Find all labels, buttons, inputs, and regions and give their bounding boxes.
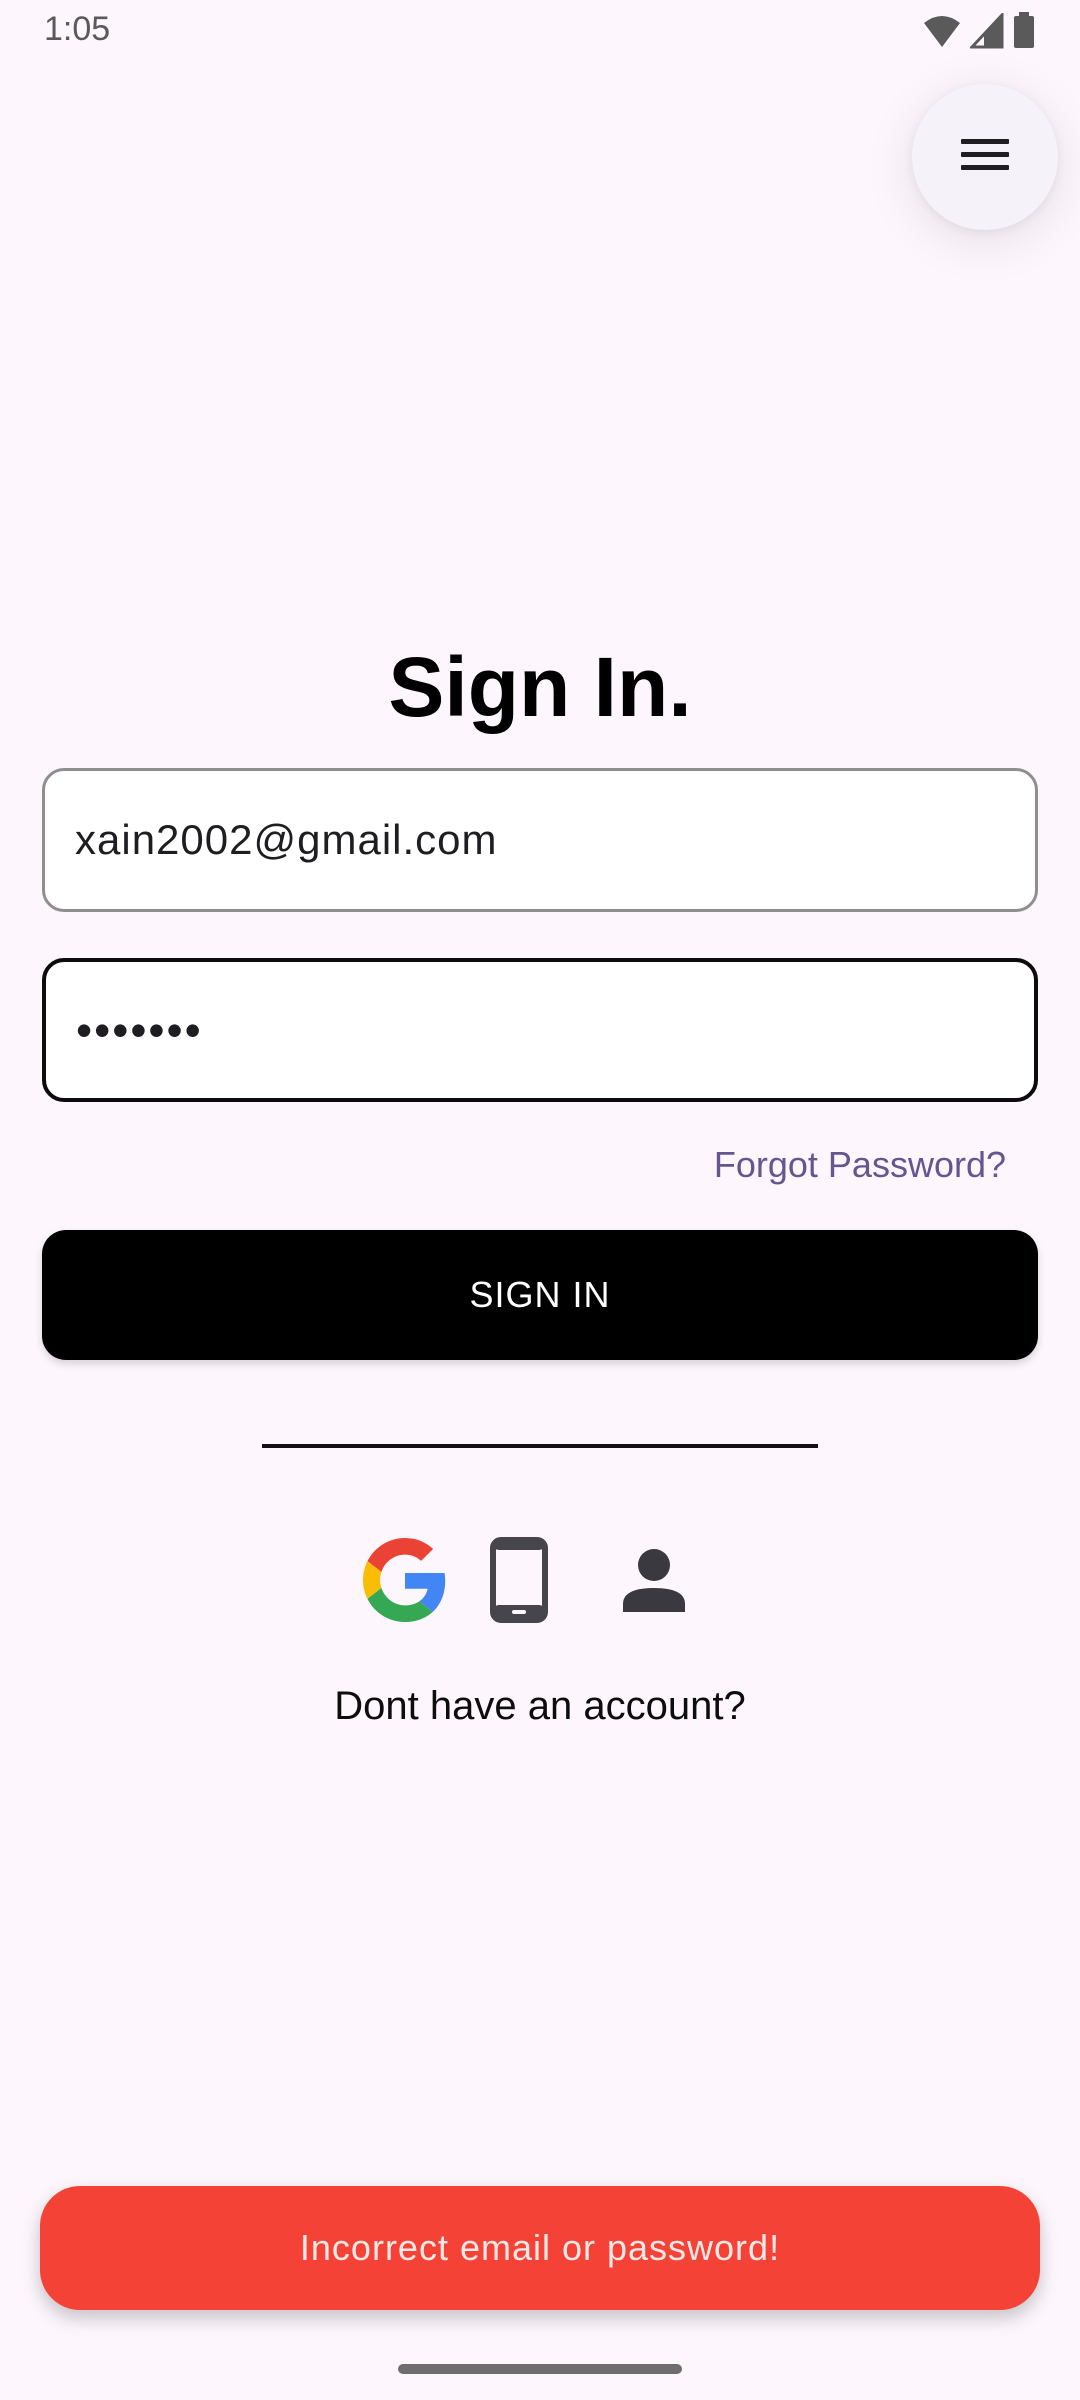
sign-in-button-label: SIGN IN [469, 1274, 611, 1315]
forgot-password-link[interactable]: Forgot Password? [714, 1144, 1006, 1186]
person-icon [621, 1548, 687, 1617]
email-value: xain2002@gmail.com [75, 816, 498, 863]
status-icons [922, 11, 1036, 55]
sign-in-button[interactable]: SIGN IN [42, 1230, 1038, 1360]
status-time: 1:05 [44, 10, 111, 48]
status-bar: 1:05 [0, 0, 1080, 62]
error-snackbar: Incorrect email or password! [40, 2186, 1040, 2310]
sign-up-link[interactable]: Dont have an account? [0, 1684, 1080, 1729]
google-sign-in-button[interactable] [360, 1536, 450, 1628]
email-field[interactable]: xain2002@gmail.com [42, 768, 1038, 912]
divider [262, 1444, 818, 1448]
menu-button[interactable] [912, 84, 1058, 230]
phone-icon [490, 1536, 548, 1628]
battery-icon [1012, 12, 1036, 55]
signal-icon [968, 11, 1004, 54]
guest-sign-in-button[interactable] [616, 1536, 692, 1628]
wifi-icon [922, 13, 962, 54]
google-icon [363, 1537, 447, 1627]
password-value: ••••••• [76, 1004, 203, 1056]
phone-sign-in-button[interactable] [486, 1536, 552, 1628]
home-indicator[interactable] [398, 2364, 682, 2374]
page-title: Sign In. [388, 640, 692, 734]
password-field[interactable]: ••••••• [42, 958, 1038, 1102]
hamburger-menu-icon [961, 137, 1009, 178]
error-message: Incorrect email or password! [299, 2227, 781, 2268]
